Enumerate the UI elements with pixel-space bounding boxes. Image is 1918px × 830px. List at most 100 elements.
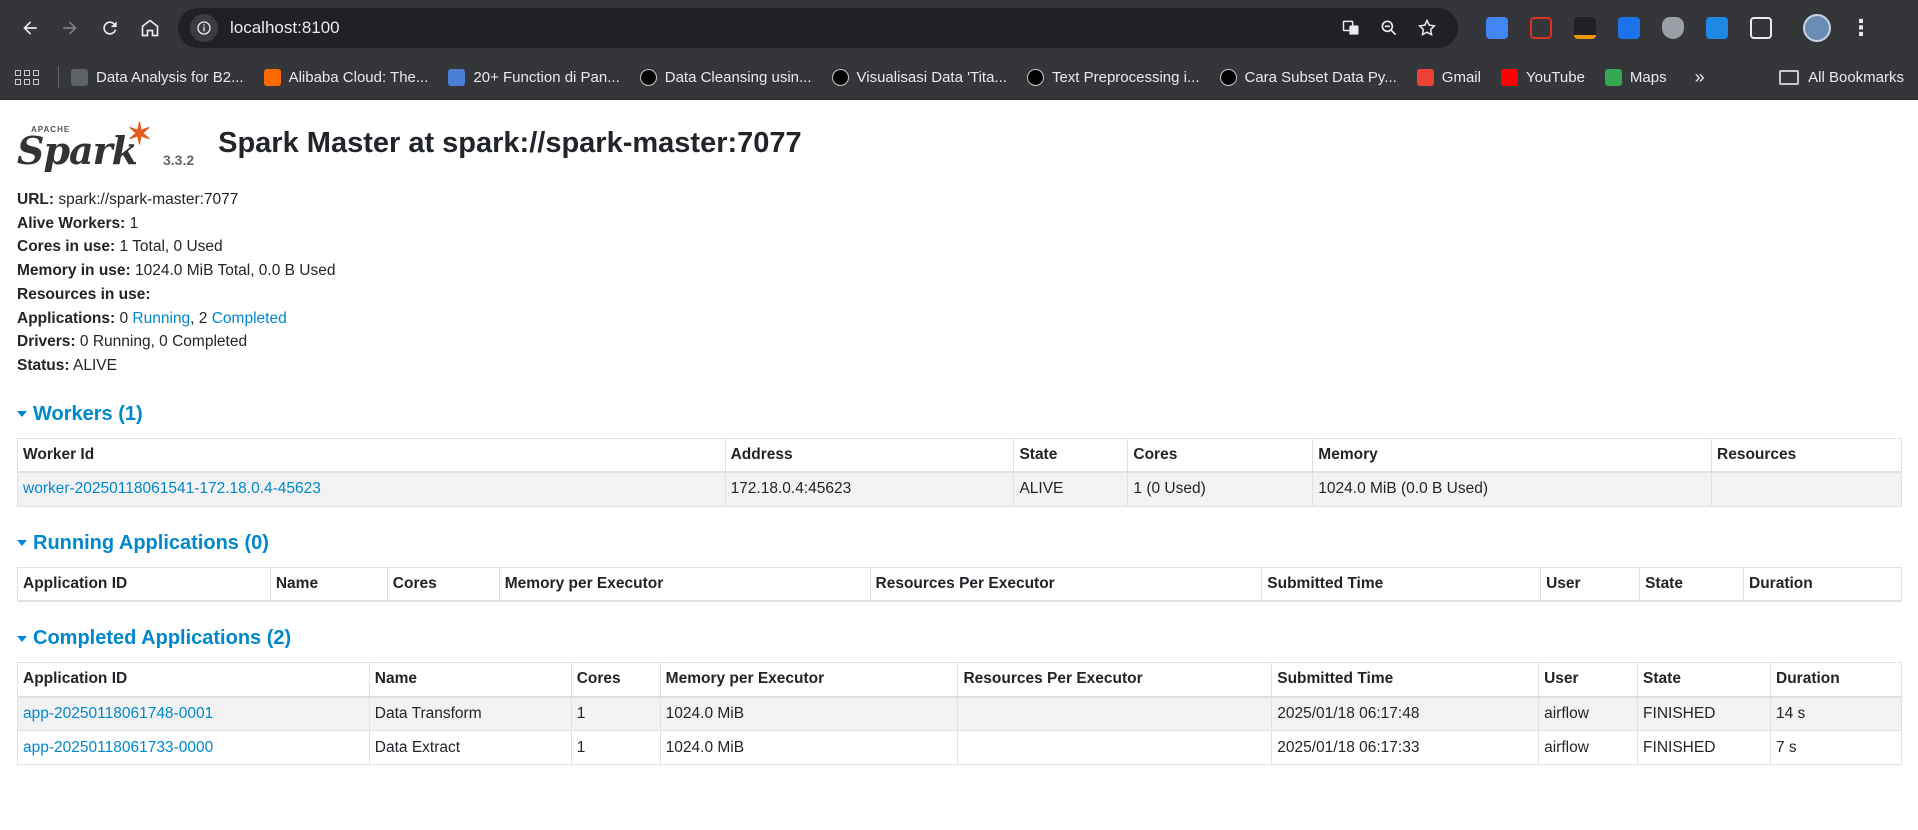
running-apps-section-toggle[interactable]: Running Applications (0) <box>17 532 1901 555</box>
bookmark-item[interactable]: 20+ Function di Pan... <box>448 68 620 86</box>
apps-grid-icon[interactable] <box>14 64 40 90</box>
table-row: worker-20250118061541-172.18.0.4-45623 17… <box>17 471 1902 507</box>
app-resources-cell <box>957 696 1273 732</box>
completed-apps-column-header[interactable]: Cores <box>570 662 661 698</box>
bookmark-item[interactable]: Visualisasi Data 'Tita... <box>831 68 1007 86</box>
app-id-link[interactable]: app-20250118061748-0001 <box>23 705 213 722</box>
worker-id-cell: worker-20250118061541-172.18.0.4-45623 <box>17 471 726 507</box>
forward-button[interactable] <box>50 8 90 48</box>
completed-apps-column-header[interactable]: Name <box>368 662 572 698</box>
arrow-left-icon <box>23 20 37 35</box>
running-apps-column-header[interactable]: Memory per Executor <box>498 566 871 603</box>
workers-column-header[interactable]: State <box>1013 437 1129 474</box>
running-apps-column-header[interactable]: User <box>1540 566 1641 603</box>
worker-cores-cell: 1 (0 Used) <box>1127 471 1314 507</box>
running-apps-column-header[interactable]: State <box>1639 566 1745 603</box>
bookmark-favicon-icon <box>1604 68 1622 86</box>
summary-status: Status: ALIVE <box>17 356 117 374</box>
bookmark-label: Data Analysis for B2... <box>96 68 244 86</box>
app-state-cell: FINISHED <box>1637 730 1771 766</box>
completed-apps-column-header[interactable]: Memory per Executor <box>659 662 959 698</box>
completed-apps-column-header[interactable]: State <box>1637 662 1771 698</box>
settings-extension-icon[interactable] <box>1610 9 1648 47</box>
completed-apps-column-header[interactable]: Submitted Time <box>1271 662 1540 698</box>
completed-apps-column-header[interactable]: Application ID <box>17 662 370 698</box>
running-apps-column-header[interactable]: Name <box>269 566 388 603</box>
app-memory-cell: 1024.0 MiB <box>659 696 959 732</box>
page-title: Spark Master at spark://spark-master:707… <box>218 127 802 159</box>
bookmark-favicon-icon <box>1500 68 1518 86</box>
zoom-icon[interactable] <box>1370 9 1408 47</box>
app-duration-cell: 14 s <box>1770 696 1902 732</box>
bookmark-item[interactable]: YouTube <box>1500 68 1585 86</box>
worker-address-cell: 172.18.0.4:45623 <box>724 471 1015 507</box>
running-apps-column-header[interactable]: Application ID <box>17 566 271 603</box>
bookmarks-bar: Data Analysis for B2... Alibaba Cloud: Th… <box>0 55 1918 100</box>
url-text[interactable]: localhost:8100 <box>230 18 1332 38</box>
running-apps-column-header[interactable]: Duration <box>1743 566 1902 603</box>
workers-column-header[interactable]: Memory <box>1312 437 1713 474</box>
bookmark-item[interactable]: Data Cleansing usin... <box>639 68 812 86</box>
completed-apps-link[interactable]: Completed <box>212 310 287 327</box>
cluster-summary: URL: spark://spark-master:7077 Alive Wor… <box>17 188 1901 378</box>
running-apps-column-header[interactable]: Submitted Time <box>1261 566 1542 603</box>
completed-apps-table: Application ID Name Cores Memory per Execut… <box>17 662 1902 766</box>
spark-logo[interactable]: APACHE Spark ✶ 3.3.2 <box>17 117 194 173</box>
bookmark-item[interactable]: Alibaba Cloud: The... <box>263 68 428 86</box>
running-apps-link[interactable]: Running <box>132 310 190 327</box>
completed-apps-section-toggle[interactable]: Completed Applications (2) <box>17 627 1901 650</box>
reload-button[interactable] <box>90 8 130 48</box>
bookmark-item[interactable]: Gmail <box>1416 68 1481 86</box>
running-apps-column-header[interactable]: Cores <box>386 566 500 603</box>
completed-apps-column-header[interactable]: Duration <box>1770 662 1902 698</box>
arrow-extension-icon[interactable] <box>1698 9 1736 47</box>
page-header: APACHE Spark ✶ 3.3.2 Spark Master at spark… <box>17 110 1901 170</box>
extension-icon[interactable] <box>1566 9 1604 47</box>
running-apps-column-header[interactable]: Resources Per Executor <box>869 566 1263 603</box>
bookmark-item[interactable]: Text Preprocessing i... <box>1026 68 1200 86</box>
all-bookmarks-button[interactable]: All Bookmarks <box>1779 69 1904 86</box>
workers-column-header[interactable]: Resources <box>1711 437 1902 474</box>
bookmark-item[interactable]: Cara Subset Data Py... <box>1219 68 1397 86</box>
screen-recorder-extension-icon[interactable] <box>1522 9 1560 47</box>
spark-logo-wordmark: APACHE Spark ✶ <box>17 117 152 173</box>
profile-avatar[interactable] <box>1798 9 1836 47</box>
completed-apps-column-header[interactable]: Resources Per Executor <box>957 662 1273 698</box>
worker-resources-cell <box>1711 471 1902 507</box>
app-name-link[interactable]: Data Extract <box>375 739 460 756</box>
more-bookmarks-icon[interactable]: » <box>1695 67 1705 88</box>
workers-column-header[interactable]: Cores <box>1127 437 1314 474</box>
site-info-icon[interactable] <box>190 13 218 42</box>
table-row: app-20250118061733-0000 Data Extract 1 1024… <box>17 730 1902 766</box>
browser-toolbar: localhost:8100 ⋮ <box>0 0 1918 55</box>
reload-icon <box>103 20 117 35</box>
google-translate-extension-icon[interactable] <box>1478 9 1516 47</box>
back-button[interactable] <box>10 8 50 48</box>
app-name-link[interactable]: Data Transform <box>375 705 482 722</box>
workers-section-toggle[interactable]: Workers (1) <box>17 403 1901 426</box>
home-icon <box>141 18 159 36</box>
app-id-cell: app-20250118061733-0000 <box>17 730 370 766</box>
completed-apps-section-title: Completed Applications (2) <box>33 627 292 650</box>
shield-extension-icon[interactable] <box>1654 9 1692 47</box>
arrow-right-icon <box>63 20 77 35</box>
app-submitted-time-cell: 2025/01/18 06:17:48 <box>1271 696 1540 732</box>
address-bar[interactable]: localhost:8100 <box>178 7 1458 48</box>
folder-icon <box>1779 69 1800 85</box>
puzzle-extensions-icon[interactable] <box>1742 9 1780 47</box>
app-submitted-time-cell: 2025/01/18 06:17:33 <box>1271 730 1540 766</box>
translate-icon[interactable] <box>1332 9 1370 47</box>
workers-column-header[interactable]: Address <box>724 437 1015 474</box>
bookmark-star-icon[interactable] <box>1408 9 1446 47</box>
app-cores-cell: 1 <box>570 730 661 766</box>
app-cores-cell: 1 <box>570 696 661 732</box>
worker-id-link[interactable]: worker-20250118061541-172.18.0.4-45623 <box>23 480 321 497</box>
summary-drivers: Drivers: 0 Running, 0 Completed <box>17 333 248 351</box>
completed-apps-column-header[interactable]: User <box>1538 662 1639 698</box>
bookmark-item[interactable]: Maps <box>1604 68 1667 86</box>
menu-kebab-icon[interactable]: ⋮ <box>1842 9 1880 47</box>
app-id-link[interactable]: app-20250118061733-0000 <box>23 739 213 756</box>
home-button[interactable] <box>130 8 170 48</box>
bookmark-item[interactable]: Data Analysis for B2... <box>71 68 244 86</box>
workers-column-header[interactable]: Worker Id <box>17 437 726 474</box>
